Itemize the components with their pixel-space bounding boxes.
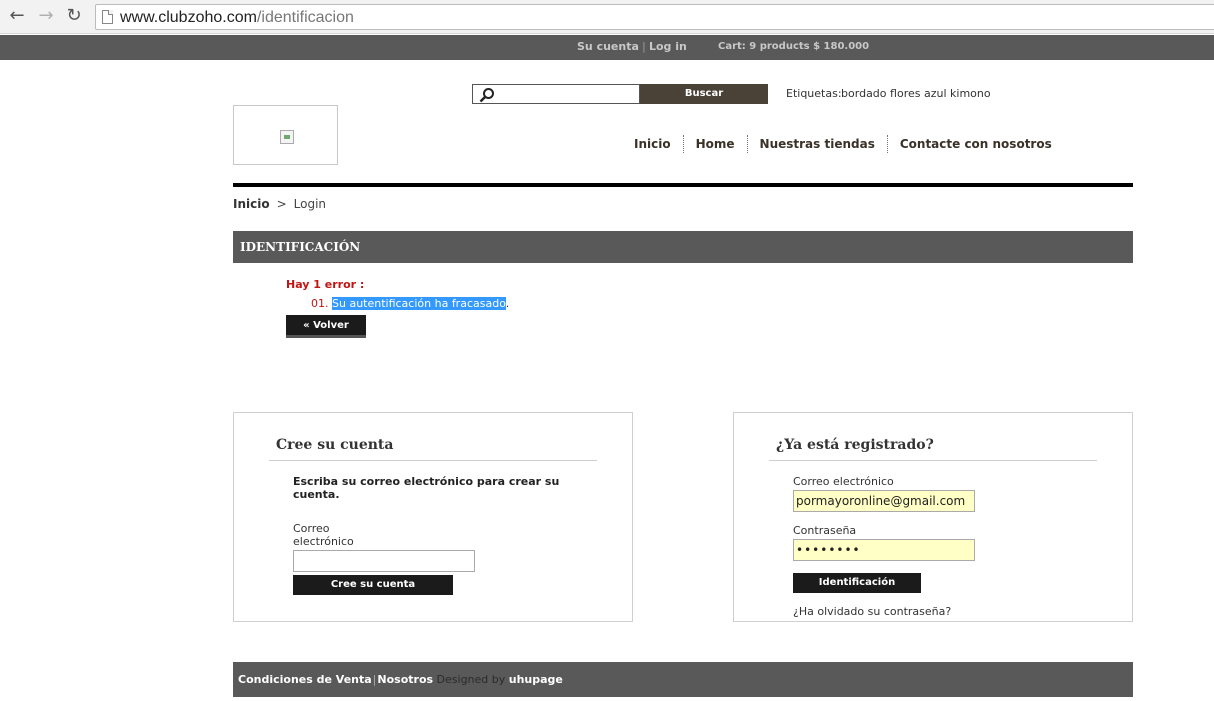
create-account-title: Cree su cuenta [276, 437, 394, 453]
footer-designed-by: Designed by [436, 673, 506, 686]
search-box: Buscar [472, 84, 768, 104]
arrow-right-icon[interactable]: → [35, 5, 57, 27]
broken-image-icon [280, 130, 294, 144]
panel-divider [269, 460, 597, 461]
account-link[interactable]: Su cuenta [577, 40, 639, 53]
password-field[interactable]: •••••••• [793, 539, 975, 561]
top-account-bar: Su cuenta | Log in Cart: 9 products $ 180.… [0, 35, 1214, 60]
error-number: 01. [311, 297, 329, 310]
breadcrumb: Inicio > Login [233, 197, 326, 211]
nav-item-contacto[interactable]: Contacte con nosotros [886, 135, 1064, 153]
nav-item-home[interactable]: Home [682, 135, 747, 153]
new-email-label-line1: Correo [293, 522, 330, 535]
email-field[interactable]: pormayoronline@gmail.com [793, 490, 975, 512]
create-account-button[interactable]: Cree su cuenta [293, 575, 453, 595]
breadcrumb-current: Login [293, 197, 327, 211]
new-email-label: Correo electrónico [293, 522, 354, 548]
login-title: ¿Ya está registrado? [776, 437, 934, 453]
store-logo[interactable] [233, 105, 338, 165]
footer-designer-link[interactable]: uhupage [509, 673, 563, 686]
search-button[interactable]: Buscar [640, 84, 768, 104]
tag-link[interactable]: flores [890, 87, 920, 100]
header-divider [233, 183, 1133, 187]
password-label: Contraseña [793, 524, 857, 537]
page-icon [102, 10, 113, 24]
login-panel: ¿Ya está registrado? Correo electrónico … [733, 412, 1133, 622]
back-button[interactable]: « Volver [286, 315, 366, 338]
search-icon [479, 88, 494, 103]
error-message: Su autentificación ha fracasado [332, 297, 506, 310]
tag-list: Etiquetas: bordado flores azul kimono [786, 87, 991, 100]
new-email-label-line2: electrónico [293, 535, 354, 548]
page-title: IDENTIFICACIÓN [233, 231, 1133, 263]
tag-link[interactable]: azul [924, 87, 947, 100]
footer-terms-link[interactable]: Condiciones de Venta [238, 673, 372, 686]
create-account-lead: Escriba su correo electrónico para crear… [293, 475, 560, 501]
error-heading: Hay 1 error : [286, 278, 365, 291]
error-item: 01. Su autentificación ha fracasado. [311, 297, 509, 310]
separator: | [641, 40, 646, 53]
tag-link[interactable]: bordado [841, 87, 886, 100]
tag-link[interactable]: kimono [950, 87, 991, 100]
main-nav: Inicio Home Nuestras tiendas Contacte co… [622, 135, 1064, 153]
footer-about-link[interactable]: Nosotros [377, 673, 433, 686]
cart-summary[interactable]: Cart: 9 products $ 180.000 [718, 41, 869, 52]
tags-label: Etiquetas: [786, 87, 842, 100]
url-host: www.clubzoho.com [120, 9, 257, 26]
nav-item-tiendas[interactable]: Nuestras tiendas [746, 135, 887, 153]
create-account-panel: Cree su cuenta Escriba su correo electró… [233, 412, 633, 622]
new-email-input[interactable] [293, 550, 475, 572]
url-path: /identificacion [256, 9, 354, 26]
error-trailing: . [505, 297, 510, 310]
footer: Condiciones de Venta|Nosotros Designed b… [233, 662, 1133, 697]
reload-icon[interactable]: ↻ [63, 5, 85, 27]
nav-item-inicio[interactable]: Inicio [622, 135, 683, 153]
panel-divider [769, 460, 1097, 461]
breadcrumb-home[interactable]: Inicio [233, 197, 270, 211]
login-link[interactable]: Log in [649, 40, 687, 53]
arrow-left-icon[interactable]: ← [6, 5, 28, 27]
address-bar[interactable]: www.clubzoho.com/identificacion [95, 4, 1214, 30]
account-links: Su cuenta | Log in [577, 40, 687, 53]
browser-toolbar: ← → ↻ www.clubzoho.com/identificacion [0, 0, 1214, 34]
url-text: www.clubzoho.com/identificacion [120, 9, 354, 27]
breadcrumb-separator: > [276, 197, 287, 211]
email-label: Correo electrónico [793, 475, 894, 488]
forgot-password-link[interactable]: ¿Ha olvidado su contraseña? [793, 605, 951, 618]
search-input[interactable] [472, 84, 640, 104]
login-button[interactable]: Identificación [793, 573, 921, 593]
